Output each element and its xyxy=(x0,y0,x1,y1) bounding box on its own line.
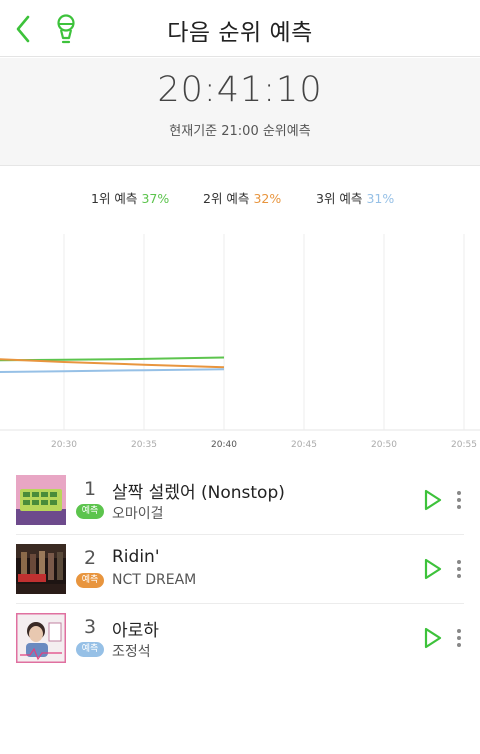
play-button[interactable] xyxy=(420,488,444,512)
legend-label: 1위 예측 xyxy=(91,191,138,206)
more-vertical-icon xyxy=(457,560,461,578)
prediction-badge: 예측 xyxy=(76,573,104,588)
list-item[interactable]: 2 Ridin' 예측 NCT DREAM xyxy=(0,535,480,604)
legend-percent: 37% xyxy=(141,191,170,206)
prediction-badge: 예측 xyxy=(76,642,104,657)
legend-item-rank2: 2위 예측 32% xyxy=(203,188,281,207)
prediction-chart-svg: 20:30 20:35 20:40 20:45 20:50 20:55 xyxy=(0,234,480,450)
song-title: 아로하 xyxy=(112,621,159,641)
more-vertical-icon xyxy=(457,629,461,647)
song-title: 살짝 설렜어 (Nonstop) xyxy=(112,483,285,503)
x-tick-label: 20:45 xyxy=(291,440,317,450)
artist-name: NCT DREAM xyxy=(112,572,197,588)
legend-percent: 31% xyxy=(366,191,395,206)
time-panel: 20:41:10 현재기준 21:00 순위예측 xyxy=(0,58,480,166)
more-vertical-icon xyxy=(457,491,461,509)
x-tick-label: 20:55 xyxy=(451,440,477,450)
more-options-button[interactable] xyxy=(450,488,468,512)
list-item[interactable]: 3 아로하 예측 조정석 xyxy=(0,604,480,673)
play-icon xyxy=(424,558,442,580)
legend-percent: 32% xyxy=(253,191,282,206)
x-tick-label: 20:50 xyxy=(371,440,397,450)
page-title: 다음 순위 예측 xyxy=(167,20,313,46)
prediction-chart: 20:30 20:35 20:40 20:45 20:50 20:55 xyxy=(0,228,480,458)
series-line-3 xyxy=(0,368,225,374)
rank-number: 3 xyxy=(83,616,97,638)
chart-legend: 1위 예측 37% 2위 예측 32% 3위 예측 31% xyxy=(0,188,480,208)
current-time: 20:41:10 xyxy=(157,70,323,110)
play-icon xyxy=(424,489,442,511)
legend-item-rank3: 3위 예측 31% xyxy=(316,188,394,207)
rank-number: 1 xyxy=(83,478,97,500)
artist-name: 조정석 xyxy=(112,644,151,660)
legend-label: 2위 예측 xyxy=(203,191,250,206)
more-options-button[interactable] xyxy=(450,557,468,581)
rank-number: 2 xyxy=(83,547,97,569)
x-tick-label: 20:40 xyxy=(211,440,237,450)
legend-label: 3위 예측 xyxy=(316,191,363,206)
play-button[interactable] xyxy=(420,626,444,650)
play-icon xyxy=(424,627,442,649)
play-button[interactable] xyxy=(420,557,444,581)
album-art xyxy=(16,544,66,594)
legend-item-rank1: 1위 예측 37% xyxy=(91,188,169,207)
song-title: Ridin' xyxy=(112,547,160,567)
prediction-badge: 예측 xyxy=(76,504,104,519)
list-item[interactable]: 1 살짝 설렜어 (Nonstop) 예측 오마이걸 xyxy=(0,466,480,535)
album-art xyxy=(16,475,66,525)
album-art xyxy=(16,613,66,663)
artist-name: 오마이걸 xyxy=(112,506,164,522)
x-tick-label: 20:30 xyxy=(51,440,77,450)
header-bar: 다음 순위 예측 xyxy=(0,0,480,57)
time-caption: 현재기준 21:00 순위예측 xyxy=(169,124,311,139)
more-options-button[interactable] xyxy=(450,626,468,650)
x-tick-label: 20:35 xyxy=(131,440,157,450)
